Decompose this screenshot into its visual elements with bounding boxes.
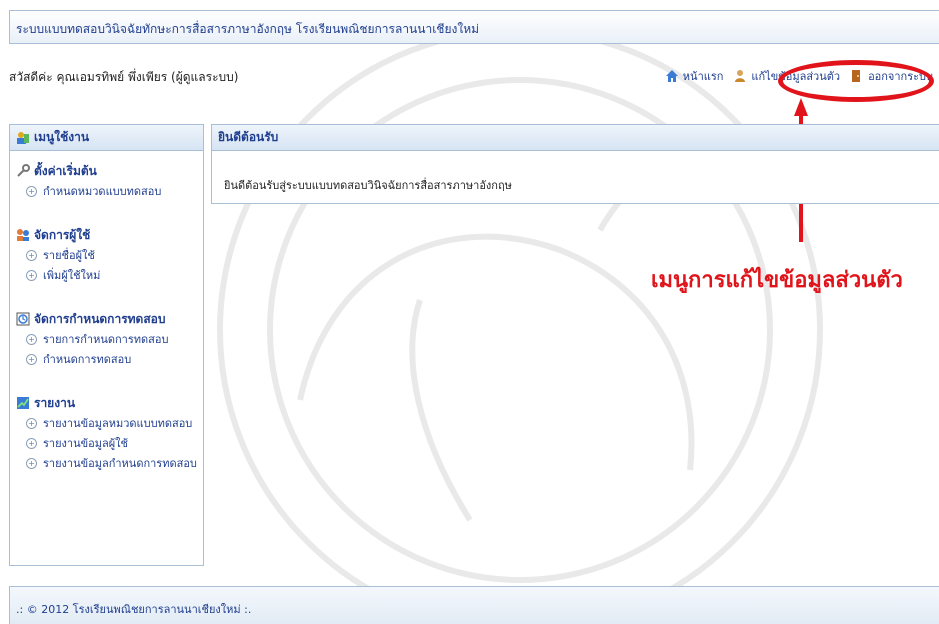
expand-icon: + [26, 353, 37, 365]
sidebar-item-test-categories[interactable]: + กำหนดหมวดแบบทดสอบ [16, 181, 203, 201]
expand-icon: + [26, 249, 37, 261]
sidebar-item-report-users[interactable]: + รายงานข้อมูลผู้ใช้ [16, 433, 203, 453]
menu-icon [16, 131, 30, 145]
section-title: ตั้งค่าเริ่มต้น [34, 163, 97, 178]
welcome-panel: ยินดีต้อนรับ ยินดีต้อนรับสู่ระบบแบบทดสอบ… [211, 124, 939, 204]
sidebar-header: เมนูใช้งาน [10, 125, 203, 151]
expand-icon: + [26, 437, 37, 449]
expand-icon: + [26, 185, 37, 197]
greeting-text: สวัสดีค่ะ คุณเอมรทิพย์ พึ่งเพียร (ผู้ดูแ… [9, 70, 239, 84]
sidebar-section-users: จัดการผู้ใช้ + รายชื่อผู้ใช้ + เพิ่มผู้ใช้… [10, 225, 203, 285]
sidebar-title: เมนูใช้งาน [34, 130, 90, 144]
welcome-panel-header: ยินดีต้อนรับ [212, 125, 939, 151]
callout-highlight-oval [778, 60, 934, 102]
sidebar-item-user-list[interactable]: + รายชื่อผู้ใช้ [16, 245, 203, 265]
footer: .: © 2012 โรงเรียนพณิชยการลานนาเชียงใหม่… [9, 586, 939, 624]
section-title: จัดการผู้ใช้ [34, 227, 91, 242]
sidebar-menu: เมนูใช้งาน ตั้งค่าเริ่มต้น + กำหนดหมวดแบบ… [9, 124, 204, 566]
app-title: ระบบแบบทดสอบวินิจฉัยทักษะการสื่อสารภาษาอ… [16, 22, 480, 36]
clock-icon [16, 312, 30, 326]
app-header: ระบบแบบทดสอบวินิจฉัยทักษะการสื่อสารภาษาอ… [9, 10, 939, 44]
chart-icon [16, 396, 30, 410]
expand-icon: + [26, 269, 37, 281]
users-icon [16, 228, 30, 242]
welcome-message: ยินดีต้อนรับสู่ระบบแบบทดสอบวินิจฉัยการสื… [224, 179, 512, 192]
expand-icon: + [26, 333, 37, 345]
section-title: จัดการกำหนดการทดสอบ [34, 311, 166, 326]
wrench-icon [16, 164, 30, 178]
sidebar-item-report-schedules[interactable]: + รายงานข้อมูลกำหนดการทดสอบ [16, 453, 203, 473]
sidebar-item-add-user[interactable]: + เพิ่มผู้ใช้ใหม่ [16, 265, 203, 285]
sidebar-section-setup: ตั้งค่าเริ่มต้น + กำหนดหมวดแบบทดสอบ [10, 161, 203, 201]
panel-title: ยินดีต้อนรับ [218, 130, 279, 144]
sidebar-item-schedule-list[interactable]: + รายการกำหนดการทดสอบ [16, 329, 203, 349]
expand-icon: + [26, 457, 37, 469]
sidebar-item-report-categories[interactable]: + รายงานข้อมูลหมวดแบบทดสอบ [16, 413, 203, 433]
callout-label: เมนูการแก้ไขข้อมูลส่วนตัว [651, 267, 903, 293]
home-icon [665, 69, 679, 83]
sidebar-section-schedule: จัดการกำหนดการทดสอบ + รายการกำหนดการทดสอบ… [10, 309, 203, 369]
home-link[interactable]: หน้าแรก [683, 67, 724, 85]
expand-icon: + [26, 417, 37, 429]
section-title: รายงาน [34, 395, 76, 410]
footer-text: .: © 2012 โรงเรียนพณิชยการลานนาเชียงใหม่… [16, 603, 252, 616]
user-icon [733, 69, 747, 83]
sidebar-item-set-schedule[interactable]: + กำหนดการทดสอบ [16, 349, 203, 369]
sidebar-section-reports: รายงาน + รายงานข้อมูลหมวดแบบทดสอบ + รายงาน… [10, 393, 203, 473]
